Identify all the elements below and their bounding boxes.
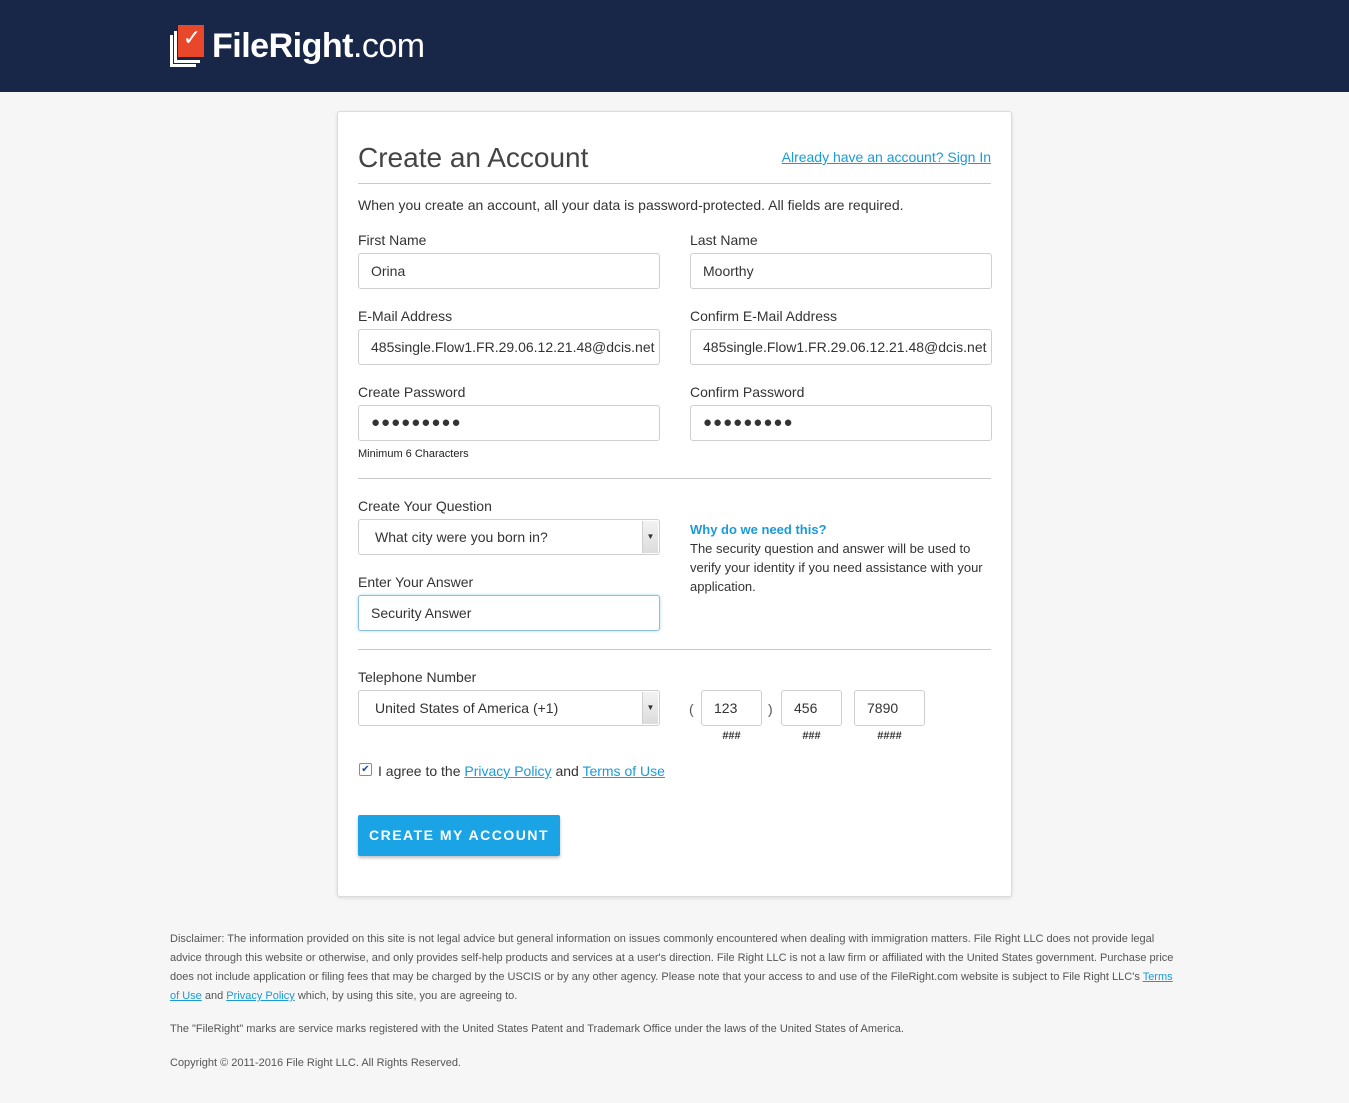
area-code-hint: ###	[722, 730, 741, 742]
divider	[358, 183, 991, 184]
footer-privacy-link[interactable]: Privacy Policy	[226, 990, 294, 1002]
open-paren: (	[689, 701, 694, 717]
security-question-select[interactable]: What city were you born in? ▼	[358, 519, 660, 555]
first-name-label: First Name	[358, 232, 427, 248]
confirm-email-label: Confirm E-Mail Address	[690, 308, 838, 324]
why-heading: Why do we need this?	[690, 522, 827, 537]
phone-line-hint: ####	[877, 730, 902, 742]
phone-line-input[interactable]: 7890	[854, 690, 925, 726]
password-hint: Minimum 6 Characters	[358, 448, 469, 460]
footer-service-marks: The "FileRight" marks are service marks …	[170, 1023, 904, 1035]
footer-disclaimer: Disclaimer: The information provided on …	[170, 933, 1174, 1002]
telephone-label: Telephone Number	[358, 669, 477, 685]
confirm-password-label: Confirm Password	[690, 384, 805, 400]
divider	[358, 478, 991, 479]
create-account-card: Create an Account Already have an accoun…	[337, 111, 1012, 897]
privacy-policy-link[interactable]: Privacy Policy	[464, 763, 551, 779]
security-answer-input[interactable]: Security Answer	[358, 595, 660, 631]
dropdown-arrow-icon[interactable]: ▼	[642, 692, 658, 724]
phone-prefix-hint: ###	[802, 730, 821, 742]
email-input[interactable]: 485single.Flow1.FR.29.06.12.21.48@dcis.n…	[358, 329, 660, 365]
close-paren: )	[768, 701, 773, 717]
intro-text: When you create an account, all your dat…	[358, 197, 904, 213]
terms-of-use-link[interactable]: Terms of Use	[582, 763, 664, 779]
area-code-input[interactable]: 123	[701, 690, 762, 726]
dropdown-arrow-icon[interactable]: ▼	[642, 521, 658, 553]
answer-label: Enter Your Answer	[358, 574, 474, 590]
country-code-select[interactable]: United States of America (+1) ▼	[358, 690, 660, 726]
last-name-input[interactable]: Moorthy	[690, 253, 992, 289]
phone-prefix-input[interactable]: 456	[781, 690, 842, 726]
footer-copyright: Copyright © 2011-2016 File Right LLC. Al…	[170, 1057, 461, 1069]
first-name-input[interactable]: Orina	[358, 253, 660, 289]
logo-checkmark-icon: ✓	[170, 25, 206, 67]
why-description: The security question and answer will be…	[690, 541, 983, 594]
create-account-button[interactable]: CREATE MY ACCOUNT	[358, 815, 560, 856]
confirm-email-input[interactable]: 485single.Flow1.FR.29.06.12.21.48@dcis.n…	[690, 329, 992, 365]
sign-in-link[interactable]: Already have an account? Sign In	[782, 149, 991, 165]
country-code-value: United States of America (+1)	[375, 700, 559, 716]
fileright-logo[interactable]: ✓ FileRight.com	[170, 24, 425, 68]
agree-text: I agree to the Privacy Policy and Terms …	[378, 763, 665, 779]
password-input[interactable]: ●●●●●●●●●	[358, 405, 660, 441]
confirm-password-input[interactable]: ●●●●●●●●●	[690, 405, 992, 441]
password-label: Create Password	[358, 384, 466, 400]
logo-text: FileRight.com	[212, 27, 425, 65]
question-label: Create Your Question	[358, 498, 492, 514]
top-header-bar: ✓ FileRight.com	[0, 0, 1349, 92]
divider	[358, 649, 991, 650]
page-title: Create an Account	[358, 142, 589, 173]
email-label: E-Mail Address	[358, 308, 453, 324]
last-name-label: Last Name	[690, 232, 758, 248]
agree-checkbox[interactable]: ✔	[359, 763, 372, 776]
security-question-value: What city were you born in?	[375, 529, 548, 545]
